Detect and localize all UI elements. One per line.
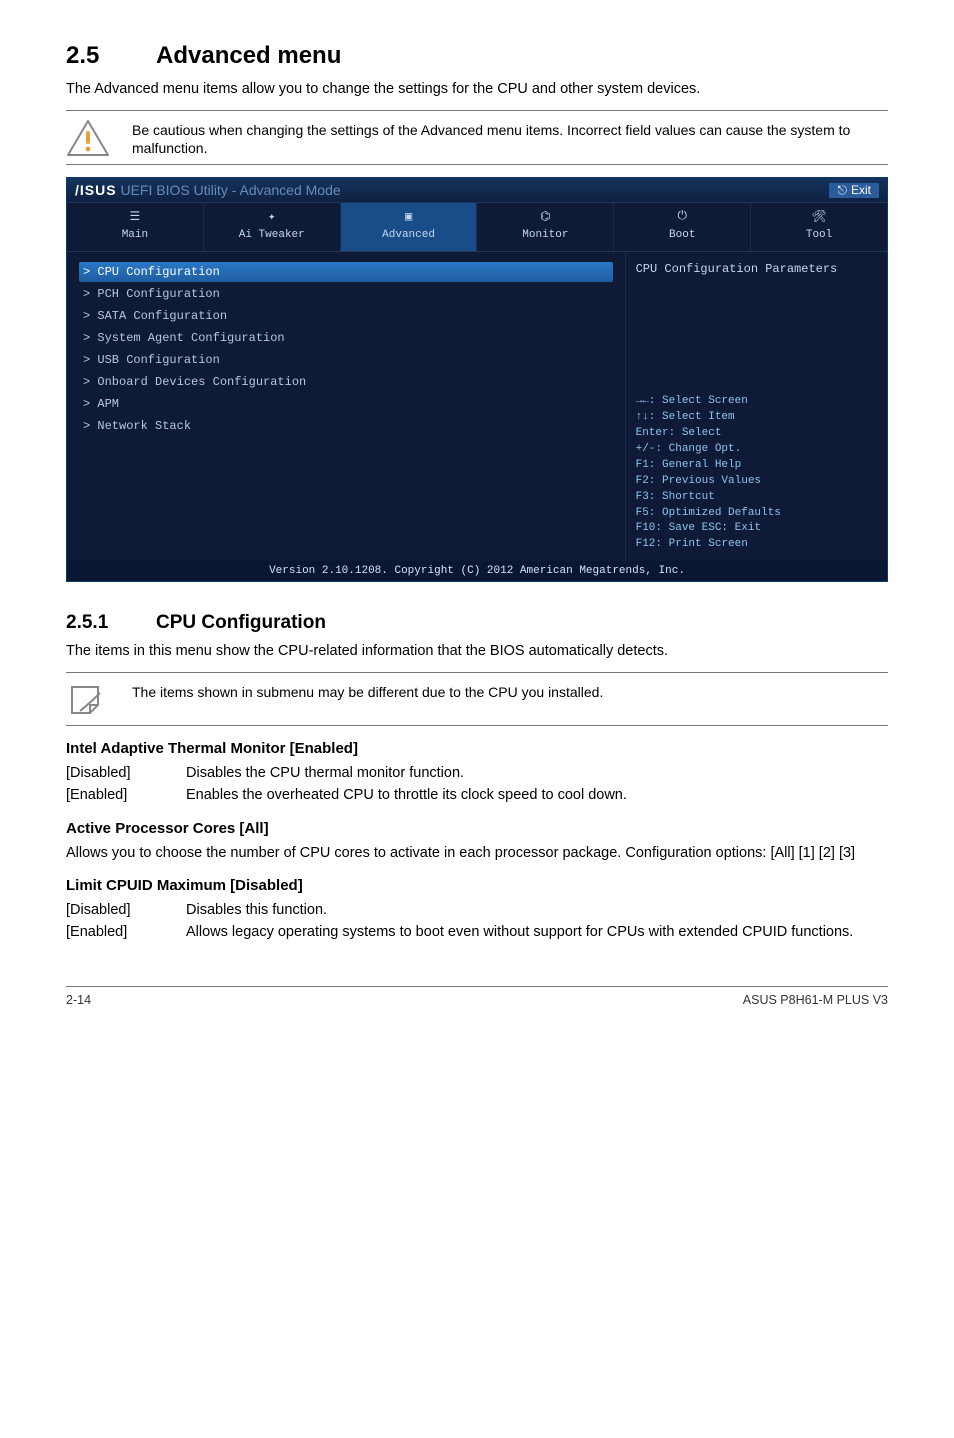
help-key-line: F5: Optimized Defaults [636,506,877,522]
tab-advanced[interactable]: ▣ Advanced [341,203,478,251]
help-key-line: F12: Print Screen [636,537,877,553]
kv-row: [Disabled]Disables this function. [66,900,888,920]
bios-screenshot: /ISUS UEFI BIOS Utility - Advanced Mode … [66,177,888,582]
help-key-line: Enter: Select [636,426,877,442]
tab-tool[interactable]: 🛠 Tool [751,203,887,251]
tab-label: Monitor [522,229,568,241]
help-key-line: F1: General Help [636,458,877,474]
setting-heading: Limit CPUID Maximum [Disabled] [66,877,888,894]
bios-footer: Version 2.10.1208. Copyright (C) 2012 Am… [67,561,887,581]
note-callout: The items shown in submenu may be differ… [66,681,888,719]
bios-exit-button[interactable]: ⎋ Exit [829,183,879,198]
menu-item[interactable]: > CPU Configuration [79,262,613,282]
tab-boot[interactable]: ⏻ Boot [614,203,751,251]
section-number: 2.5 [66,42,156,70]
kv-key: [Enabled] [66,922,186,942]
tab-main[interactable]: ☰ Main [67,203,204,251]
kv-key: [Disabled] [66,763,186,783]
menu-item[interactable]: > USB Configuration [79,350,613,370]
divider [66,725,888,726]
product-name: ASUS P8H61-M PLUS V3 [743,993,888,1007]
page-footer: 2-14 ASUS P8H61-M PLUS V3 [66,986,888,1007]
help-key-line: F2: Previous Values [636,474,877,490]
bios-exit-label: Exit [851,183,871,197]
help-title: CPU Configuration Parameters [636,262,877,276]
divider [66,164,888,165]
subsection-title: CPU Configuration [156,612,326,633]
kv-value: Disables this function. [186,900,888,920]
kv-row: [Enabled]Enables the overheated CPU to t… [66,785,888,805]
bios-body: > CPU Configuration> PCH Configuration> … [67,251,887,561]
section-intro: The Advanced menu items allow you to cha… [66,80,888,100]
bios-title: UEFI BIOS Utility - Advanced Mode [120,182,340,198]
list-icon: ☰ [67,209,203,225]
menu-item[interactable]: > APM [79,394,613,414]
note-text: The items shown in submenu may be differ… [132,681,603,702]
help-key-line: F10: Save ESC: Exit [636,521,877,537]
kv-row: [Disabled]Disables the CPU thermal monit… [66,763,888,783]
kv-value: Disables the CPU thermal monitor functio… [186,763,888,783]
bios-tabs: ☰ Main ✦ Ai Tweaker ▣ Advanced ⌬ Monitor… [67,202,887,251]
tab-monitor[interactable]: ⌬ Monitor [477,203,614,251]
setting-heading: Active Processor Cores [All] [66,820,888,837]
tab-label: Ai Tweaker [239,229,305,241]
tab-label: Tool [806,229,832,241]
kv-value: Allows legacy operating systems to boot … [186,922,888,942]
subsection-intro: The items in this menu show the CPU-rela… [66,642,888,662]
power-icon: ⏻ [614,209,750,225]
chip-icon: ▣ [341,209,477,225]
subsection-number: 2.5.1 [66,612,156,634]
bios-titlebar: /ISUS UEFI BIOS Utility - Advanced Mode … [67,178,887,202]
tweak-icon: ✦ [204,209,340,225]
kv-key: [Disabled] [66,900,186,920]
menu-item[interactable]: > PCH Configuration [79,284,613,304]
setting-heading: Intel Adaptive Thermal Monitor [Enabled] [66,740,888,757]
help-key-line: →←: Select Screen [636,394,877,410]
tab-label: Main [122,229,148,241]
subsection-heading: 2.5.1CPU Configuration [66,612,888,634]
tab-ai-tweaker[interactable]: ✦ Ai Tweaker [204,203,341,251]
tool-icon: 🛠 [751,209,887,225]
kv-row: [Enabled]Allows legacy operating systems… [66,922,888,942]
page-number: 2-14 [66,993,91,1007]
warning-callout: Be cautious when changing the settings o… [66,119,888,159]
kv-value: Enables the overheated CPU to throttle i… [186,785,888,805]
warning-icon [66,119,110,157]
kv-key: [Enabled] [66,785,186,805]
monitor-icon: ⌬ [477,209,613,225]
bios-menu: > CPU Configuration> PCH Configuration> … [67,252,625,561]
menu-item[interactable]: > Onboard Devices Configuration [79,372,613,392]
section-heading: 2.5Advanced menu [66,42,888,70]
help-keys: →←: Select Screen↑↓: Select ItemEnter: S… [636,394,877,553]
exit-icon: ⎋ [837,183,847,198]
divider [66,110,888,111]
section-title: Advanced menu [156,42,341,69]
menu-item[interactable]: > SATA Configuration [79,306,613,326]
divider [66,672,888,673]
menu-item[interactable]: > Network Stack [79,416,613,436]
bios-help-pane: CPU Configuration Parameters →←: Select … [625,252,887,561]
help-key-line: F3: Shortcut [636,490,877,506]
menu-item[interactable]: > System Agent Configuration [79,328,613,348]
warning-text: Be cautious when changing the settings o… [132,119,888,159]
tab-label: Boot [669,229,695,241]
help-key-line: ↑↓: Select Item [636,410,877,426]
setting-paragraph: Allows you to choose the number of CPU c… [66,843,888,863]
note-icon [66,681,110,719]
bios-brand: /ISUS [75,182,117,198]
help-key-line: +/-: Change Opt. [636,442,877,458]
tab-label: Advanced [382,229,435,241]
